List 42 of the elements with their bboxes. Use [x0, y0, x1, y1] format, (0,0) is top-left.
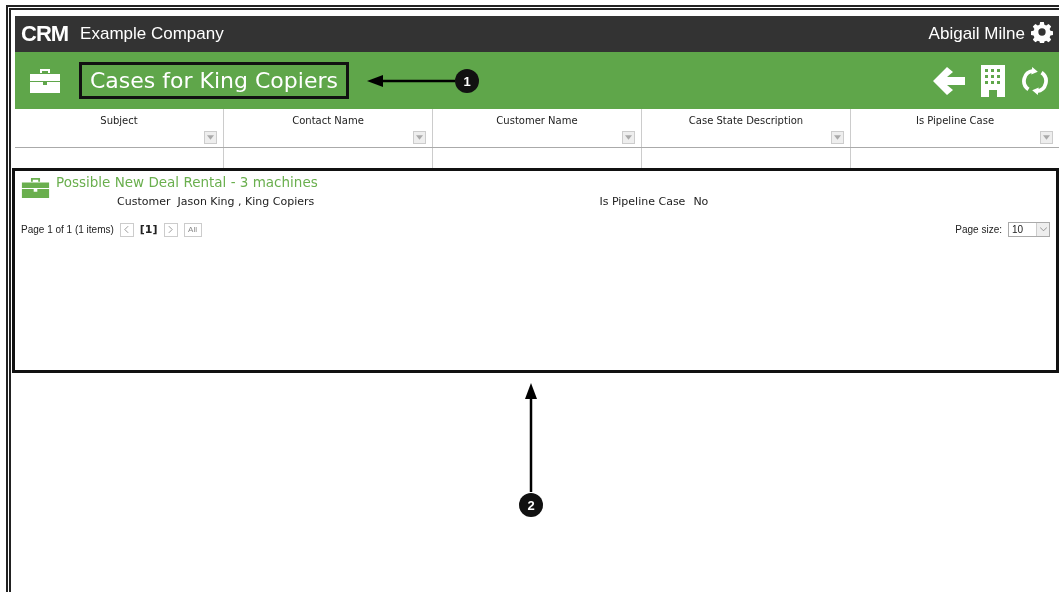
column-title: Customer Name: [496, 115, 578, 128]
settings-icon[interactable]: [1031, 21, 1053, 43]
column-header[interactable]: Contact Name: [223, 109, 432, 147]
chevron-down-icon: [1039, 227, 1047, 232]
column-title: Contact Name: [292, 115, 364, 128]
field-label: Is Pipeline Case: [599, 195, 686, 208]
filter-dropdown-button[interactable]: [413, 131, 426, 144]
filter-dropdown-button[interactable]: [622, 131, 635, 144]
page-size-select[interactable]: 10: [1008, 222, 1050, 237]
field-value: Jason King , King Copiers: [177, 195, 316, 208]
page-title: Cases for King Copiers: [79, 62, 349, 99]
column-title: Is Pipeline Case: [915, 115, 995, 128]
pager-summary: Page 1 of 1 (1 items): [21, 224, 114, 235]
caret-down-icon: [1043, 135, 1050, 140]
filter-dropdown-button[interactable]: [204, 131, 217, 144]
company-name: Example Company: [80, 24, 224, 44]
briefcase-icon: [21, 177, 50, 199]
column-title: Subject: [100, 115, 138, 128]
building-icon[interactable]: [981, 64, 1005, 97]
field-label: Customer: [117, 195, 171, 208]
filter-dropdown-button[interactable]: [1040, 131, 1053, 144]
column-header[interactable]: Is Pipeline Case: [850, 109, 1059, 147]
caret-down-icon: [834, 135, 841, 140]
caret-down-icon: [416, 135, 423, 140]
filter-dropdown-button[interactable]: [831, 131, 844, 144]
field-value: No: [693, 195, 709, 208]
caret-down-icon: [207, 135, 214, 140]
user-name[interactable]: Abigail Milne: [928, 24, 1025, 44]
caret-down-icon: [625, 135, 632, 140]
briefcase-icon: [29, 67, 61, 94]
logo: CRM: [21, 21, 69, 47]
chevron-left-icon: [124, 226, 130, 233]
column-header[interactable]: Customer Name: [432, 109, 641, 147]
back-arrow-icon[interactable]: [933, 65, 965, 96]
callout-number: 2: [519, 493, 543, 517]
column-title: Case State Description: [688, 115, 804, 128]
refresh-icon[interactable]: [1021, 66, 1049, 95]
page-number[interactable]: [1]: [139, 223, 158, 236]
column-header[interactable]: Case State Description: [641, 109, 850, 147]
column-header[interactable]: Subject: [15, 109, 223, 147]
chevron-right-icon: [168, 226, 174, 233]
page-size-label: Page size:: [955, 224, 1002, 235]
